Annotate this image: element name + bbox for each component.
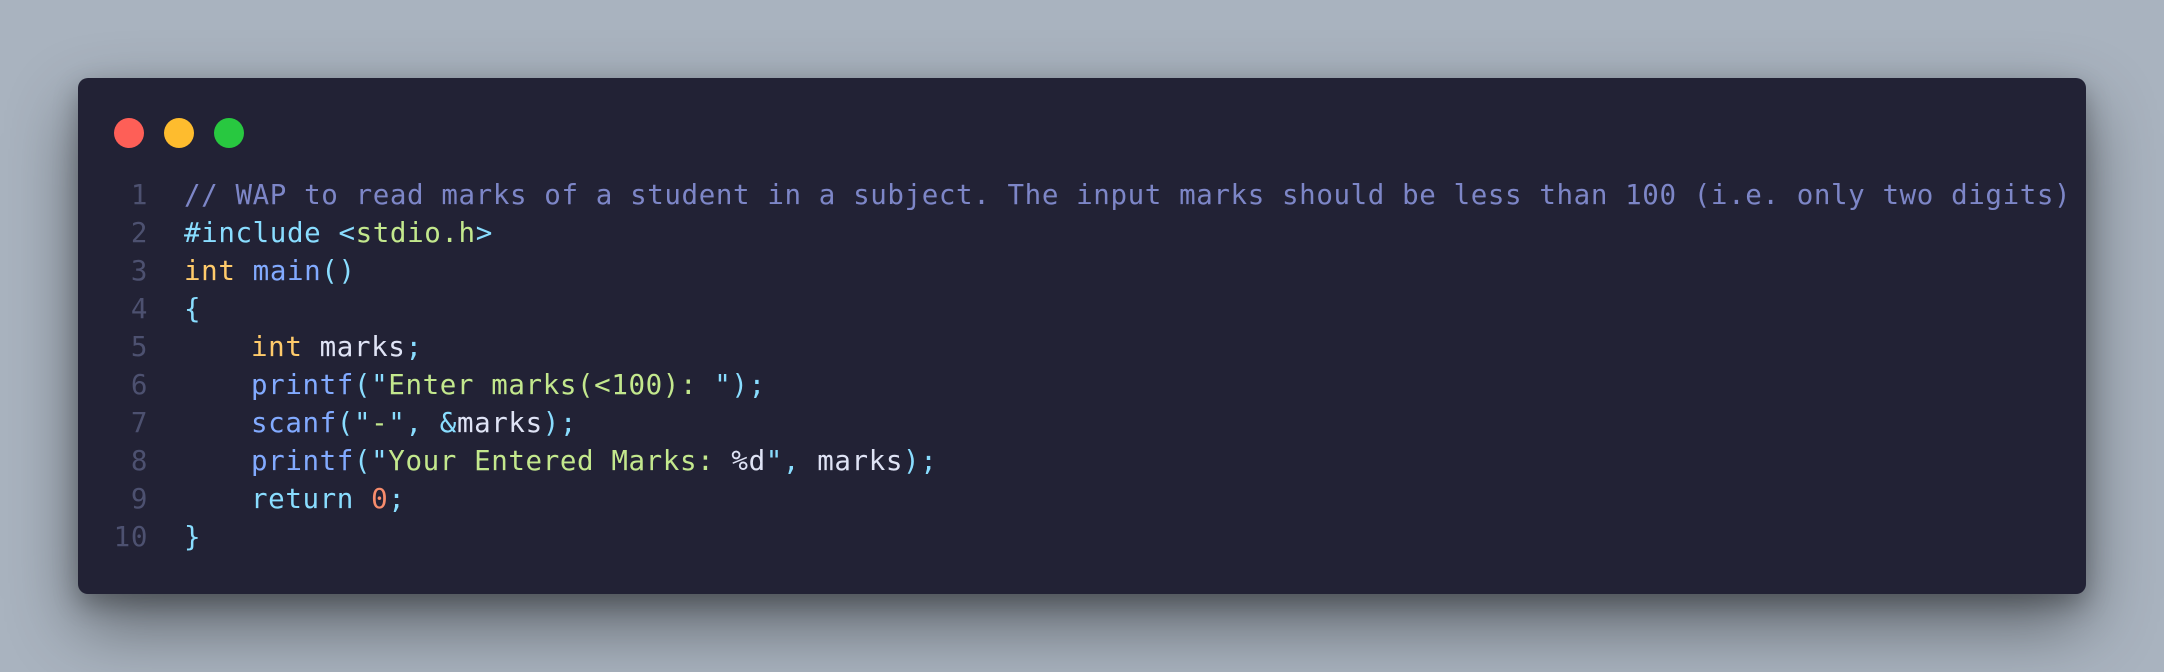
code-text: int marks; xyxy=(184,328,423,366)
code-token-punctuation: return xyxy=(251,483,354,515)
code-text: return 0; xyxy=(184,480,405,518)
code-token-punctuation: ); xyxy=(903,445,938,477)
code-line: 8 printf("Your Entered Marks: %d", marks)… xyxy=(78,442,2086,480)
code-block: 1 // WAP to read marks of a student in a … xyxy=(78,176,2086,556)
code-token-punctuation: ; xyxy=(388,483,406,515)
code-token-punctuation: (" xyxy=(336,407,372,439)
code-line: 7 scanf("-", &marks); xyxy=(78,404,2086,442)
code-token-punctuation: < xyxy=(338,217,356,249)
code-text: { xyxy=(184,290,201,328)
code-token-keyword: int xyxy=(184,255,236,287)
maximize-dot-icon[interactable] xyxy=(214,118,244,148)
line-number: 2 xyxy=(130,217,148,249)
code-token-comment: // WAP to read marks of a student in a s… xyxy=(184,179,2072,211)
code-text: // WAP to read marks of a student in a s… xyxy=(184,176,2071,214)
code-line: 10} xyxy=(78,518,2086,556)
code-token-punctuation: > xyxy=(475,217,493,249)
code-token-punctuation: ", & xyxy=(388,407,457,439)
code-text: scanf("-", &marks); xyxy=(184,404,577,442)
code-line: 1 // WAP to read marks of a student in a … xyxy=(78,176,2086,214)
line-number: 1 xyxy=(130,179,148,211)
line-number: 7 xyxy=(130,407,148,439)
code-token-plain: marks xyxy=(456,407,543,439)
code-text: } xyxy=(184,518,201,556)
minimize-dot-icon[interactable] xyxy=(164,118,194,148)
code-token-punctuation: ; xyxy=(405,331,423,363)
code-text: #include <stdio.h> xyxy=(184,214,493,252)
close-dot-icon[interactable] xyxy=(114,118,144,148)
code-text: int main() xyxy=(184,252,356,290)
code-line: 4{ xyxy=(78,290,2086,328)
line-number: 9 xyxy=(130,483,148,515)
code-token-punctuation: ); xyxy=(542,407,578,439)
code-token-string: stdio.h xyxy=(355,217,476,249)
code-token-number: 0 xyxy=(371,483,389,515)
code-token-string: Your Entered Marks: xyxy=(388,445,732,477)
line-number: 10 xyxy=(113,521,148,553)
code-token-plain: marks xyxy=(817,445,904,477)
code-token-function: main xyxy=(252,255,322,287)
code-token-string: Enter marks(<100): xyxy=(388,369,715,401)
line-number: 6 xyxy=(130,369,148,401)
code-token-plain: %d xyxy=(731,445,766,477)
code-line: 5 int marks; xyxy=(78,328,2086,366)
code-token-keyword: int xyxy=(251,331,303,363)
code-token-punctuation: { xyxy=(184,293,202,325)
code-text: printf("Enter marks(<100): "); xyxy=(184,366,766,404)
code-line: 2 #include <stdio.h> xyxy=(78,214,2086,252)
code-token-punctuation: #include xyxy=(184,217,322,249)
code-token-punctuation: (" xyxy=(353,445,389,477)
line-number: 5 xyxy=(130,331,148,363)
code-token-punctuation: "); xyxy=(714,369,766,401)
code-token-function: scanf xyxy=(251,407,337,439)
code-token-function: printf xyxy=(251,445,354,477)
line-number: 8 xyxy=(130,445,148,477)
code-text: printf("Your Entered Marks: %d", marks); xyxy=(184,442,937,480)
code-token-punctuation: ", xyxy=(765,445,818,477)
code-token-plain: marks xyxy=(302,331,406,363)
line-number: 3 xyxy=(130,255,148,287)
code-token-string: - xyxy=(371,407,389,439)
code-line: 3 int main() xyxy=(78,252,2086,290)
code-token-punctuation: } xyxy=(184,521,202,553)
code-line: 6 printf("Enter marks(<100): "); xyxy=(78,366,2086,404)
code-token-punctuation: (" xyxy=(353,369,389,401)
code-window: 1 // WAP to read marks of a student in a … xyxy=(78,78,2086,594)
code-line: 9 return 0; xyxy=(78,480,2086,518)
code-token-punctuation: () xyxy=(321,255,356,287)
code-token-function: printf xyxy=(251,369,354,401)
line-number: 4 xyxy=(130,293,148,325)
